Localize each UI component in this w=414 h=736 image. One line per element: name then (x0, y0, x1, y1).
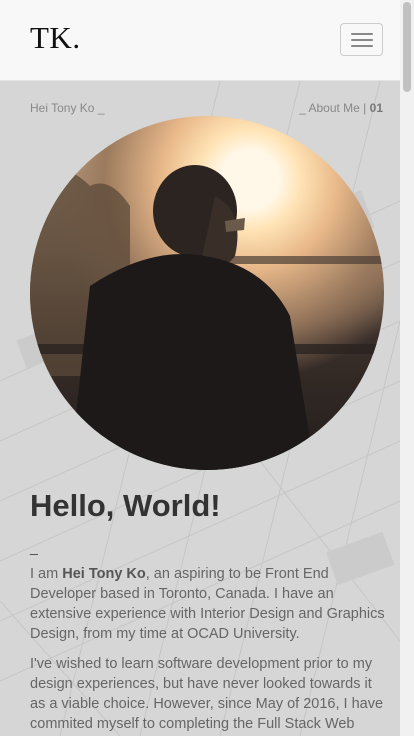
breadcrumb-name: Hei Tony Ko _ (30, 101, 105, 115)
intro-name: Hei Tony Ko (62, 566, 146, 582)
breadcrumb-section-label: _ About Me | (299, 101, 370, 115)
profile-photo (30, 116, 384, 470)
brand-logo[interactable]: TK. (30, 20, 81, 56)
about-section: Hei Tony Ko _ _ About Me | 01 Hello, Wor… (0, 81, 400, 736)
title-divider: _ (30, 539, 38, 555)
page-title: Hello, World! (30, 488, 221, 523)
breadcrumb-section-number: 01 (369, 101, 383, 115)
background-paragraph: I've wished to learn software developmen… (30, 656, 384, 732)
intro-prefix: I am (30, 566, 63, 582)
menu-toggle-button[interactable] (340, 23, 383, 56)
scrollbar-thumb[interactable] (403, 2, 411, 92)
page-scrollbar[interactable] (400, 0, 414, 736)
intro-paragraph: I am Hei Tony Ko, an aspiring to be Fron… (30, 564, 385, 644)
top-navbar: TK. (0, 0, 400, 81)
breadcrumb-section: _ About Me | 01 (299, 101, 383, 115)
